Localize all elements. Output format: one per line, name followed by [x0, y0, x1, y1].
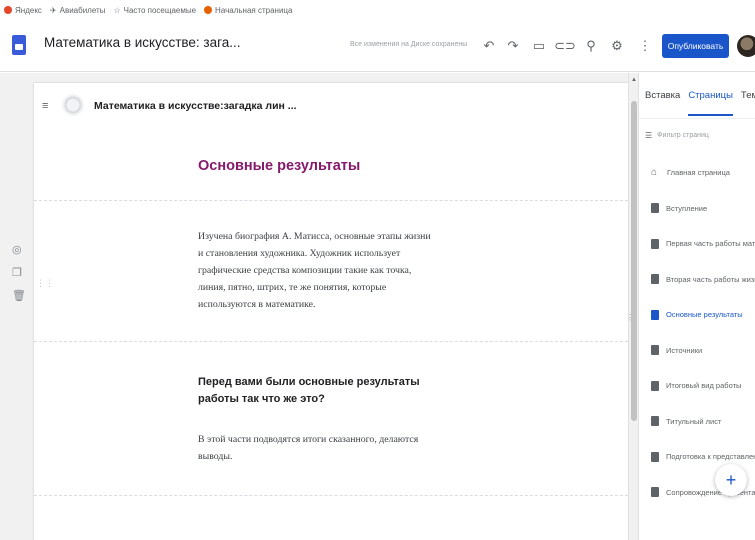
page-icon [651, 238, 659, 249]
page-icon [651, 416, 659, 427]
bookmark-home[interactable]: Начальная страница [204, 6, 292, 15]
page-item[interactable]: Вступление [639, 191, 755, 227]
pages-list: ⌂ Главная страница Вступление Первая час… [639, 155, 755, 510]
publish-button[interactable]: Опубликовать [662, 34, 729, 58]
page-item-label: Главная страница [667, 168, 730, 178]
settings-icon[interactable]: ⚙ [608, 37, 626, 55]
page-item[interactable]: Итоговый вид работы [639, 368, 755, 404]
bookmark-yandex[interactable]: Яндекс [4, 6, 42, 15]
menu-icon[interactable]: ≡ [42, 100, 48, 112]
site-name[interactable]: Математика в искусстве:загадка лин ... [94, 100, 297, 112]
scroll-up-icon[interactable]: ▲ [631, 77, 637, 83]
page-icon [651, 380, 659, 391]
page-item[interactable]: Источники [639, 333, 755, 369]
panel-resize-handle-icon[interactable]: ⋮ [626, 313, 634, 322]
drag-handle-icon[interactable]: ⋮⋮ [36, 278, 54, 289]
page-item-home[interactable]: ⌂ Главная страница [639, 155, 755, 191]
page-heading[interactable]: Основные результаты [198, 158, 360, 174]
palette-icon[interactable]: ◎ [12, 243, 26, 256]
site-header: ≡ Математика в искусстве:загадка лин ... [34, 83, 628, 129]
page-item-label: Основные результаты [666, 310, 743, 320]
page-icon [651, 274, 659, 285]
add-person-icon[interactable]: ⚲ [582, 37, 600, 55]
page-item[interactable]: Титульный лист [639, 404, 755, 440]
more-icon[interactable]: ⋮ [636, 37, 654, 55]
add-page-button[interactable]: + [715, 464, 747, 496]
canvas-scrollbar[interactable]: ▲ [628, 73, 638, 540]
page-item[interactable]: Первая часть работы мате... [639, 226, 755, 262]
bookmark-label: Яндекс [15, 5, 42, 15]
page-icon [651, 203, 659, 214]
body-text-1[interactable]: Изучена биография А. Матисса, основные э… [198, 228, 438, 313]
bookmarks-bar: Яндекс ✈ Авиабилеты ☆ Часто посещаемые Н… [0, 0, 755, 20]
page-icon [651, 345, 659, 356]
page-item-label: Вторая часть работы жизн... [666, 274, 755, 284]
save-status: Все изменения на Диске сохранены [350, 41, 468, 48]
panel-tabs: Вставка Страницы Темы [639, 73, 755, 119]
avatar[interactable] [737, 35, 755, 57]
page-item-label: Подготовка к представлен... [666, 452, 755, 462]
bookmark-frequent[interactable]: ☆ Часто посещаемые [113, 6, 196, 15]
bookmark-label: Начальная страница [215, 5, 293, 15]
section-tools: ◎ ❐ 🗑 [12, 243, 26, 302]
page-filter[interactable]: ☰ Фильтр страниц [645, 131, 709, 140]
bookmark-label: Часто посещаемые [123, 5, 197, 15]
firefox-icon [204, 6, 213, 14]
redo-icon[interactable]: ↷ [504, 37, 522, 55]
star-icon: ☆ [113, 5, 121, 15]
page-icon [651, 487, 659, 498]
section-divider [34, 200, 628, 201]
page-icon [651, 309, 659, 320]
section-divider [34, 341, 628, 342]
filter-input[interactable]: Фильтр страниц [657, 132, 709, 139]
app-toolbar: Математика в искусстве: зага... Все изме… [0, 20, 755, 72]
bookmark-label: Авиабилеты [59, 5, 106, 15]
page-icon [651, 451, 659, 462]
duplicate-icon[interactable]: ❐ [12, 266, 26, 279]
section-divider [34, 495, 628, 496]
page-item-label: Источники [666, 345, 703, 355]
preview-icon[interactable]: ▭ [530, 37, 548, 55]
editor-workspace: ◎ ❐ 🗑 ≡ Математика в искусстве:загадка л… [0, 73, 628, 540]
site-logo[interactable] [62, 94, 84, 116]
filter-icon: ☰ [645, 131, 653, 140]
sites-logo-icon[interactable] [12, 35, 26, 55]
plane-icon: ✈ [49, 5, 57, 15]
site-page-canvas[interactable]: ≡ Математика в искусстве:загадка лин ...… [34, 83, 628, 540]
tab-insert[interactable]: Вставка [645, 90, 680, 101]
undo-icon[interactable]: ↶ [480, 37, 498, 55]
page-item[interactable]: Вторая часть работы жизн... [639, 262, 755, 298]
delete-icon[interactable]: 🗑 [12, 289, 26, 302]
page-item-label: Вступление [666, 203, 708, 213]
bookmark-avia[interactable]: ✈ Авиабилеты [50, 6, 106, 15]
page-item-label: Итоговый вид работы [666, 381, 742, 391]
page-item-label: Первая часть работы мате... [666, 239, 755, 249]
body-text-2[interactable]: В этой части подводятся итоги сказанного… [198, 431, 438, 465]
tab-themes[interactable]: Темы [741, 90, 755, 101]
subheading[interactable]: Перед вами были основные результаты рабо… [198, 374, 448, 408]
scroll-thumb[interactable] [631, 101, 637, 421]
tab-pages[interactable]: Страницы [688, 90, 733, 116]
link-icon[interactable]: ⊂⊃ [554, 37, 576, 55]
document-title[interactable]: Математика в искусстве: зага... [44, 35, 241, 50]
right-panel: Вставка Страницы Темы ☰ Фильтр страниц ⌂… [638, 73, 755, 540]
plus-icon: + [725, 469, 737, 490]
page-item-label: Титульный лист [666, 416, 722, 426]
yandex-icon [4, 6, 12, 14]
page-item-active[interactable]: Основные результаты [639, 297, 755, 333]
home-icon: ⌂ [651, 167, 658, 179]
